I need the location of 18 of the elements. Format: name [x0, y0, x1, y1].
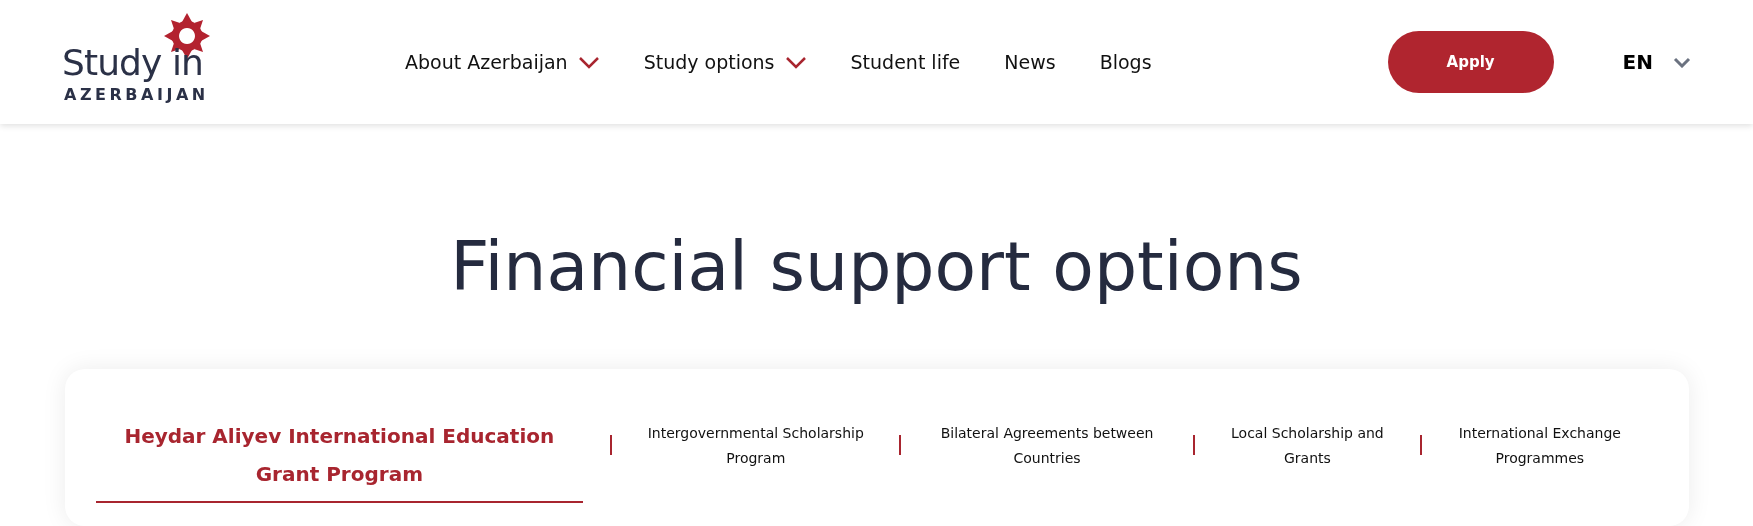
tab[interactable]: Intergovernmental Scholarship Program — [612, 417, 900, 471]
nav-link[interactable]: Study options — [643, 47, 775, 77]
nav-link[interactable]: Student life — [850, 47, 961, 77]
tab[interactable]: Bilateral Agreements between Countries — [901, 417, 1193, 471]
nav-link[interactable]: Blogs — [1099, 47, 1152, 77]
chevron-down-icon[interactable] — [784, 55, 807, 69]
chevron-down-icon[interactable] — [577, 55, 600, 69]
tab[interactable]: Heydar Aliyev International Education Grant Program — [95, 417, 584, 503]
chevron-down-icon[interactable] — [1673, 56, 1691, 68]
language-selector[interactable]: EN — [1622, 47, 1653, 77]
logo-subtitle[interactable]: AZERBAIJAN — [64, 87, 209, 103]
nav-link[interactable]: News — [1004, 47, 1056, 77]
tab[interactable]: International Exchange Programmes — [1422, 417, 1658, 471]
apply-button[interactable]: Apply — [1387, 31, 1554, 93]
nav-link[interactable]: About Azerbaijan — [405, 47, 568, 77]
logo-text[interactable]: Study in — [62, 45, 203, 81]
tab[interactable]: Local Scholarship and Grants — [1194, 417, 1421, 471]
page-title: Financial support options — [450, 226, 1303, 308]
